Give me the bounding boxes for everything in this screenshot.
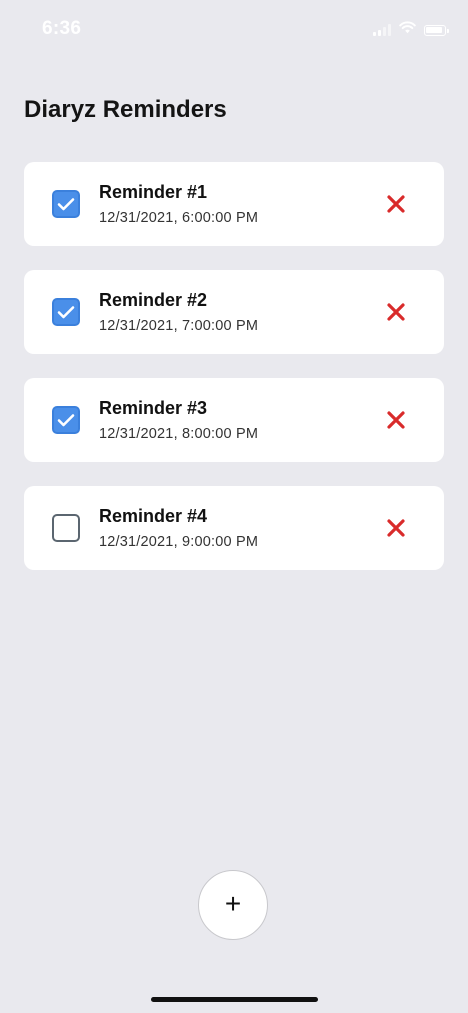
status-icons: [373, 21, 449, 39]
reminder-card[interactable]: Reminder #4 12/31/2021, 9:00:00 PM: [24, 486, 444, 570]
close-icon: [387, 303, 405, 321]
reminder-datetime: 12/31/2021, 9:00:00 PM: [99, 534, 259, 550]
home-indicator[interactable]: [151, 997, 318, 1002]
checkbox-unchecked[interactable]: [52, 514, 80, 542]
plus-icon: +: [224, 888, 242, 919]
battery-icon: [424, 24, 449, 36]
checkbox-checked[interactable]: [52, 406, 80, 434]
reminder-card[interactable]: Reminder #3 12/31/2021, 8:00:00 PM: [24, 378, 444, 462]
reminder-card[interactable]: Reminder #2 12/31/2021, 7:00:00 PM: [24, 270, 444, 354]
checkbox-checked[interactable]: [52, 190, 80, 218]
reminder-title: Reminder #3: [99, 398, 208, 418]
checkmark-icon: [57, 414, 75, 427]
add-reminder-button[interactable]: +: [198, 870, 268, 940]
reminder-title: Reminder #4: [99, 506, 208, 526]
delete-reminder-button[interactable]: [386, 410, 406, 430]
delete-reminder-button[interactable]: [386, 194, 406, 214]
cellular-signal-icon: [373, 24, 391, 36]
reminder-datetime: 12/31/2021, 8:00:00 PM: [99, 426, 259, 442]
reminder-list: Reminder #1 12/31/2021, 6:00:00 PM Reminde…: [24, 162, 444, 594]
page-title: Diaryz Reminders: [24, 96, 227, 123]
status-time: 6:36: [42, 18, 82, 39]
status-bar: 6:36: [0, 0, 468, 60]
wifi-icon: [399, 21, 416, 39]
checkbox-checked[interactable]: [52, 298, 80, 326]
reminder-datetime: 12/31/2021, 6:00:00 PM: [99, 210, 259, 226]
delete-reminder-button[interactable]: [386, 518, 406, 538]
reminder-datetime: 12/31/2021, 7:00:00 PM: [99, 318, 259, 334]
reminder-title: Reminder #2: [99, 290, 208, 310]
close-icon: [387, 519, 405, 537]
close-icon: [387, 195, 405, 213]
delete-reminder-button[interactable]: [386, 302, 406, 322]
reminder-card[interactable]: Reminder #1 12/31/2021, 6:00:00 PM: [24, 162, 444, 246]
close-icon: [387, 411, 405, 429]
checkmark-icon: [57, 306, 75, 319]
checkmark-icon: [57, 198, 75, 211]
reminder-title: Reminder #1: [99, 182, 208, 202]
